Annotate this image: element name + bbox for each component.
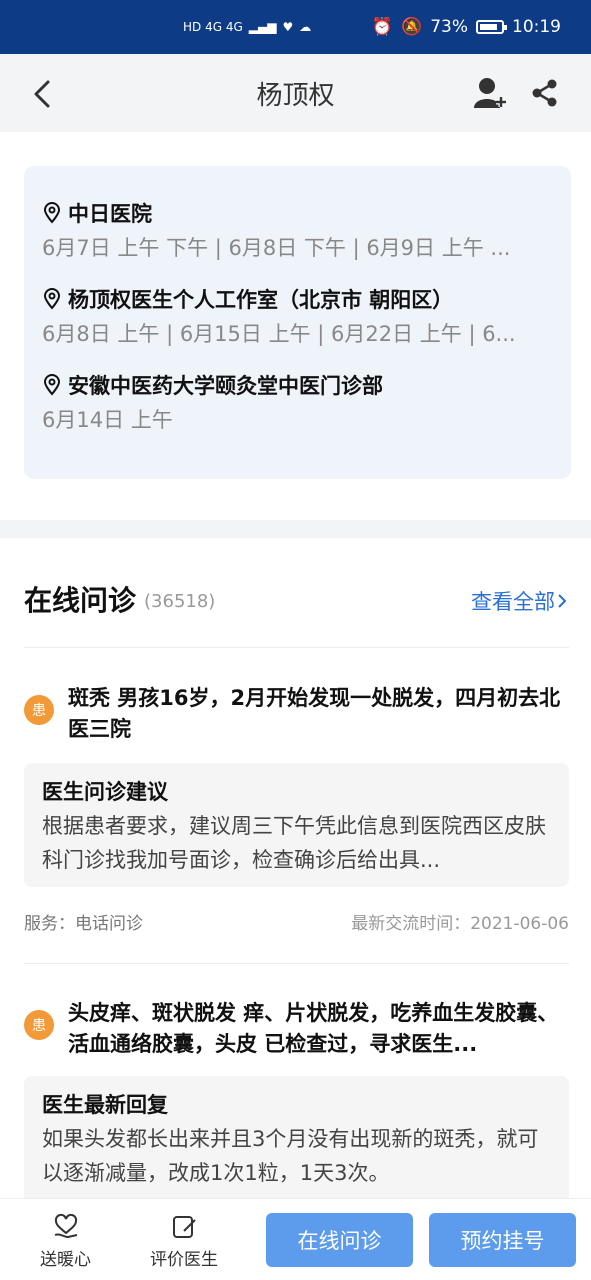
schedule-location[interactable]: 杨顶权医生个人工作室（北京市 朝阳区） 6月8日 上午 | 6月15日 上午 |… (42, 282, 553, 352)
network-status: HD 4G 4G (183, 20, 243, 34)
consult-item[interactable]: 患 头皮痒、斑状脱发 痒、片状脱发，吃养血生发胶囊、活血通络胶囊，头皮 已检查过… (24, 998, 569, 1206)
reply-label: 医生最新回复 (42, 1093, 168, 1117)
location-name: 安徽中医药大学颐灸堂中医门诊部 (68, 374, 383, 398)
signal-icon: ▂▄▆ (248, 20, 277, 34)
location-times: 6月14日 上午 (42, 408, 173, 432)
location-times: 6月8日 上午 | 6月15日 上午 | 6月22日 上午 | 6... (42, 322, 516, 346)
online-consult-button[interactable]: 在线问诊 (266, 1213, 413, 1267)
consult-count: (36518) (144, 590, 216, 612)
patient-badge: 患 (24, 1010, 54, 1040)
location-pin-icon (43, 288, 61, 310)
view-all-label: 查看全部 (471, 590, 555, 614)
schedule-location[interactable]: 安徽中医药大学颐灸堂中医门诊部 6月14日 上午 (42, 368, 553, 438)
location-pin-icon (43, 202, 61, 224)
section-title: 在线问诊 (24, 584, 137, 617)
location-times: 6月7日 上午 下午 | 6月8日 下午 | 6月9日 上午 ... (42, 236, 511, 260)
consult-title: 头皮痒、斑状脱发 痒、片状脱发，吃养血生发胶囊、活血通络胶囊，头皮 已检查过，寻… (68, 1001, 559, 1056)
book-appointment-button[interactable]: 预约挂号 (429, 1213, 576, 1267)
schedule-card[interactable]: 中日医院 6月7日 上午 下午 | 6月8日 下午 | 6月9日 上午 ... … (24, 166, 571, 479)
cloud-icon: ☁ (299, 20, 312, 34)
status-bar: HD 4G 4G ▂▄▆ ♥ ☁ ⏰ 🔕 73% 10:19 (0, 0, 591, 54)
schedule-location[interactable]: 中日医院 6月7日 上午 下午 | 6月8日 下午 | 6月9日 上午 ... (42, 196, 553, 266)
view-all-link[interactable]: 查看全部 (471, 586, 569, 616)
consult-item[interactable]: 患 斑秃 男孩16岁，2月开始发现一处脱发，四月初去北医三院 医生问诊建议 根据… (24, 683, 569, 934)
chevron-right-icon (558, 594, 567, 608)
location-pin-icon (43, 374, 61, 396)
add-user-icon[interactable] (472, 76, 508, 110)
heart-hand-icon (54, 1213, 77, 1239)
patient-badge: 患 (24, 695, 54, 725)
consult-title: 斑秃 男孩16岁，2月开始发现一处脱发，四月初去北医三院 (68, 686, 561, 741)
alarm-icon: ⏰ (371, 17, 394, 37)
page-title: 杨顶权 (256, 80, 335, 111)
reply-label: 医生问诊建议 (42, 780, 168, 804)
doctor-reply-box: 医生最新回复 如果头发都长出来并且3个月没有出现新的斑秃，就可以逐渐减量，改成1… (24, 1076, 569, 1206)
health-icon: ♥ (282, 20, 294, 34)
share-icon[interactable] (530, 78, 560, 108)
divider (24, 963, 569, 964)
edit-note-icon (173, 1216, 196, 1238)
online-consult-header: 在线问诊 (36518) 查看全部 (24, 578, 569, 620)
mute-icon: 🔕 (401, 17, 423, 37)
location-name: 杨顶权医生个人工作室（北京市 朝阳区） (68, 288, 454, 312)
divider (24, 647, 569, 648)
bottom-action-bar: 送暖心 评价医生 在线问诊 预约挂号 (0, 1198, 591, 1280)
warm-heart-label: 送暖心 (40, 1250, 91, 1270)
section-divider (0, 520, 591, 538)
network-indicators: HD 4G 4G ▂▄▆ ♥ ☁ (183, 20, 311, 34)
reply-text: 如果头发都长出来并且3个月没有出现新的斑秃，就可以逐渐减量，改成1次1粒，1天3… (42, 1127, 539, 1185)
rate-doctor-button[interactable]: 评价医生 (150, 1213, 218, 1270)
last-exchange-time: 最新交流时间：2021-06-06 (351, 914, 569, 934)
battery-icon (476, 20, 507, 34)
location-name: 中日医院 (68, 202, 152, 226)
battery-percent: 73% (430, 17, 468, 37)
back-arrow-icon[interactable] (28, 74, 58, 114)
nav-bar: 杨顶权 (0, 54, 591, 132)
clock: 10:19 (512, 17, 561, 37)
send-warm-heart-button[interactable]: 送暖心 (40, 1213, 91, 1270)
service-type: 服务：电话问诊 (24, 914, 143, 934)
reply-text: 根据患者要求，建议周三下午凭此信息到医院西区皮肤科门诊找我加号面诊，检查确诊后给… (42, 814, 546, 872)
rate-doctor-label: 评价医生 (150, 1250, 218, 1270)
doctor-reply-box: 医生问诊建议 根据患者要求，建议周三下午凭此信息到医院西区皮肤科门诊找我加号面诊… (24, 763, 569, 887)
